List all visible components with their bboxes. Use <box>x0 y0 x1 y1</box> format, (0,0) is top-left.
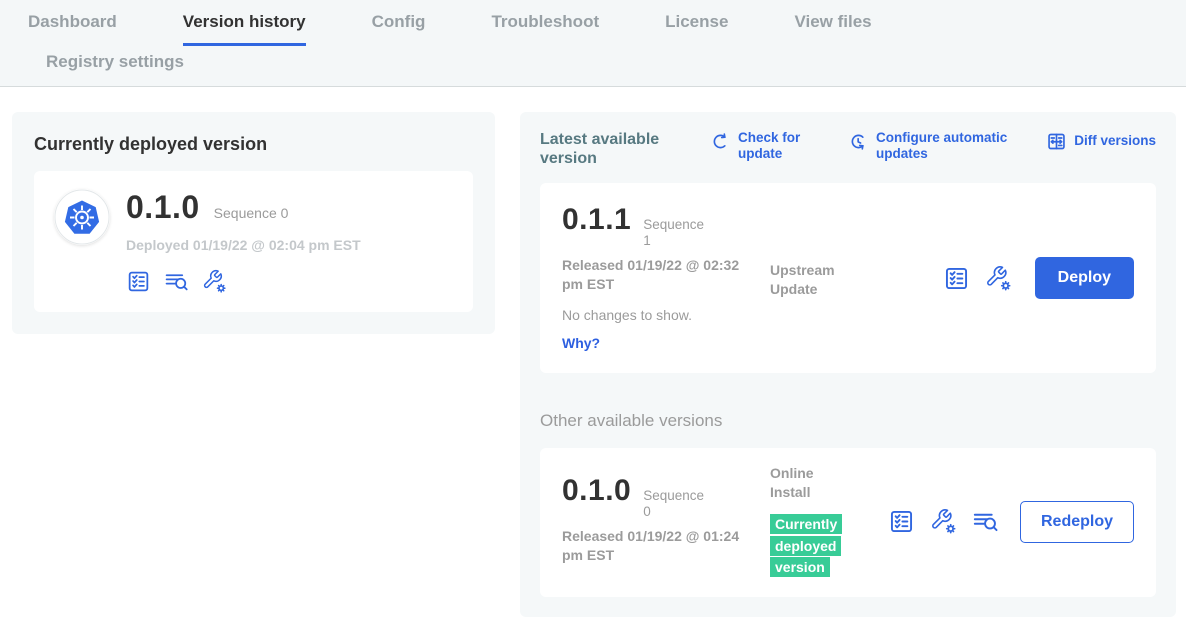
latest-version-actions: Deploy <box>943 257 1134 299</box>
checklist-icon[interactable] <box>943 265 970 292</box>
latest-version-released: Released 01/19/22 @ 02:32 pm EST <box>562 256 754 294</box>
currently-deployed-badge-wrap: Currently deployed version <box>770 514 852 579</box>
other-version-card: 0.1.0 Sequence 0 Released 01/19/22 @ 01:… <box>540 448 1156 597</box>
auto-update-clock-icon <box>848 131 869 152</box>
top-navigation: Dashboard Version history Config Trouble… <box>0 0 1186 87</box>
diff-versions-label: Diff versions <box>1074 133 1156 149</box>
latest-header: Latest available version Check for updat… <box>540 130 1156 168</box>
latest-version-source: Upstream Update <box>770 203 888 353</box>
currently-deployed-panel: Currently deployed version 0.1.0 Sequenc… <box>12 112 495 334</box>
deployed-sequence: Sequence 0 <box>214 205 289 221</box>
latest-available-panel: Latest available version Check for updat… <box>520 112 1176 617</box>
upstream-update-label: Upstream Update <box>770 261 852 299</box>
wrench-gear-icon[interactable] <box>930 508 957 535</box>
checklist-icon[interactable] <box>888 508 915 535</box>
tab-config[interactable]: Config <box>372 12 426 46</box>
deployed-timestamp: Deployed 01/19/22 @ 02:04 pm EST <box>126 237 361 253</box>
other-version-sequence: Sequence 0 <box>643 488 715 519</box>
latest-version-card: 0.1.1 Sequence 1 Released 01/19/22 @ 02:… <box>540 183 1156 373</box>
main-content: Currently deployed version 0.1.0 Sequenc… <box>0 87 1186 617</box>
deploy-button[interactable]: Deploy <box>1035 257 1134 299</box>
currently-deployed-title: Currently deployed version <box>34 134 473 155</box>
why-link[interactable]: Why? <box>562 335 600 351</box>
check-for-update-label: Check for update <box>738 130 816 162</box>
currently-deployed-card: 0.1.0 Sequence 0 Deployed 01/19/22 @ 02:… <box>34 171 473 312</box>
logs-search-icon[interactable] <box>972 508 999 535</box>
deployed-version-number: 0.1.0 <box>126 189 200 226</box>
tab-registry-settings[interactable]: Registry settings <box>46 52 184 72</box>
latest-available-title: Latest available version <box>540 130 678 168</box>
no-changes-text: No changes to show. <box>562 307 770 323</box>
nav-row-1: Dashboard Version history Config Trouble… <box>0 12 1186 46</box>
other-version-info: 0.1.0 Sequence 0 Released 01/19/22 @ 01:… <box>562 464 770 579</box>
tab-view-files[interactable]: View files <box>794 12 871 46</box>
tab-troubleshoot[interactable]: Troubleshoot <box>491 12 599 46</box>
kubernetes-logo <box>54 189 110 245</box>
tab-dashboard[interactable]: Dashboard <box>28 12 117 46</box>
other-version-released: Released 01/19/22 @ 01:24 pm EST <box>562 527 754 565</box>
check-for-update-link[interactable]: Check for update <box>710 130 816 162</box>
diff-versions-link[interactable]: Diff versions <box>1046 130 1156 152</box>
refresh-icon <box>710 131 731 152</box>
configure-automatic-updates-label: Configure automatic updates <box>876 130 1008 162</box>
other-version-source: Online Install Currently deployed versio… <box>770 464 888 579</box>
redeploy-button[interactable]: Redeploy <box>1020 501 1134 543</box>
checklist-icon[interactable] <box>126 269 151 294</box>
other-version-actions: Redeploy <box>888 501 1134 543</box>
wrench-gear-icon[interactable] <box>985 265 1012 292</box>
tab-license[interactable]: License <box>665 12 728 46</box>
other-available-versions-heading: Other available versions <box>540 411 1156 431</box>
online-install-label: Online Install <box>770 464 852 502</box>
deployed-version-info: 0.1.0 Sequence 0 Deployed 01/19/22 @ 02:… <box>126 189 361 294</box>
tab-version-history[interactable]: Version history <box>183 12 306 46</box>
latest-version-sequence: Sequence 1 <box>643 217 715 248</box>
wrench-gear-icon[interactable] <box>202 269 227 294</box>
latest-version-number: 0.1.1 <box>562 203 631 237</box>
currently-deployed-badge: Currently deployed version <box>770 514 842 577</box>
latest-version-info: 0.1.1 Sequence 1 Released 01/19/22 @ 02:… <box>562 203 770 353</box>
other-version-number: 0.1.0 <box>562 474 631 508</box>
nav-row-2: Registry settings <box>0 46 1186 86</box>
diff-icon <box>1046 131 1067 152</box>
configure-automatic-updates-link[interactable]: Configure automatic updates <box>848 130 1008 162</box>
logs-search-icon[interactable] <box>164 269 189 294</box>
